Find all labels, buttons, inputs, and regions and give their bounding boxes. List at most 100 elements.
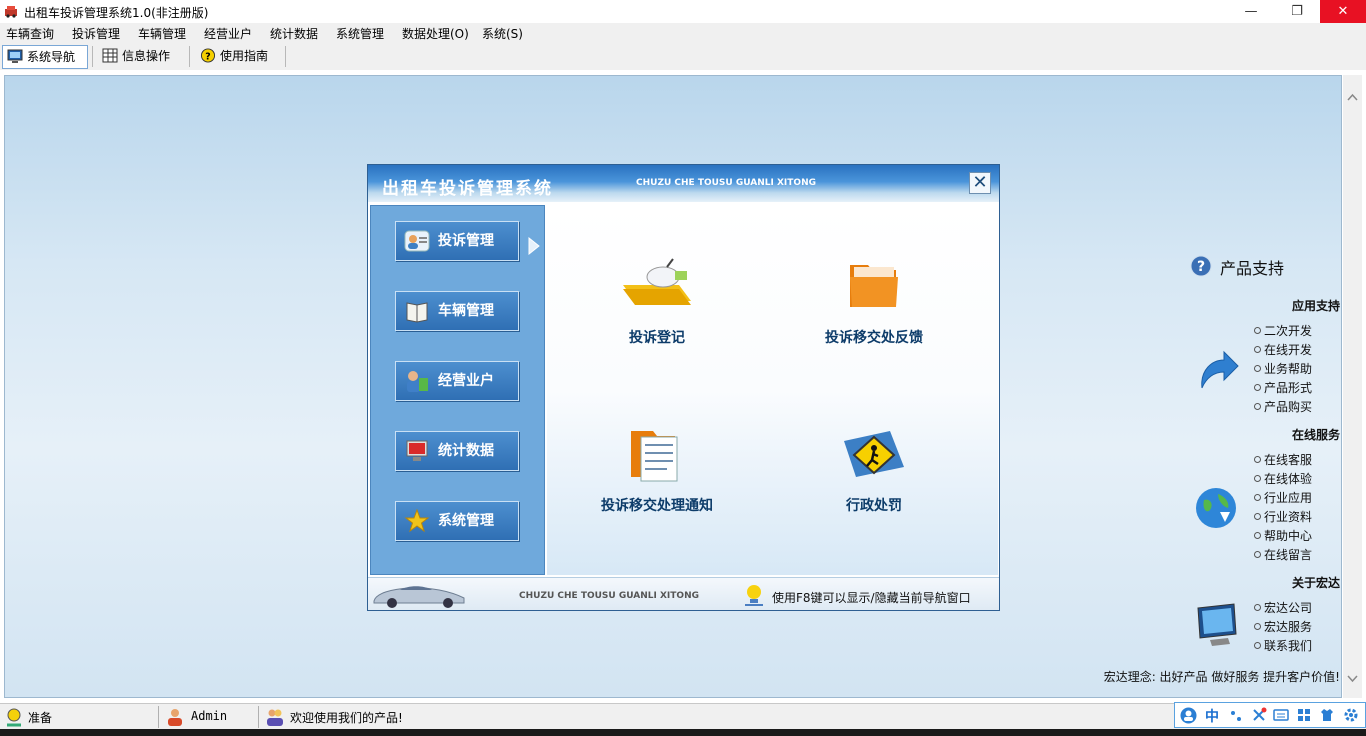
item-complaint-notice[interactable]: 投诉移交处理通知 — [567, 423, 747, 515]
dialog-subtitle: CHUZU CHE TOUSU GUANLI XITONG — [636, 178, 816, 188]
contacts-icon — [404, 230, 430, 252]
toolbar: 系统导航 信息操作 ? 使用指南 — [0, 43, 1366, 70]
app-icon — [5, 6, 17, 18]
keyboard-icon[interactable] — [1273, 708, 1289, 722]
support-link[interactable]: 联系我们 — [1254, 637, 1312, 654]
gear-icon[interactable] — [1343, 707, 1359, 723]
ime-toolbar: 中 — [1174, 702, 1366, 728]
support-link[interactable]: 帮助中心 — [1254, 527, 1312, 544]
support-link[interactable]: 行业应用 — [1254, 489, 1312, 506]
computer-icon — [1197, 603, 1237, 646]
scissors-icon[interactable] — [1251, 707, 1267, 723]
toolbar-user-guide[interactable]: ? 使用指南 — [196, 45, 282, 69]
os-taskbar — [0, 729, 1366, 736]
minimize-button[interactable]: — — [1228, 0, 1274, 23]
scroll-down-icon[interactable] — [1347, 675, 1358, 683]
support-link[interactable]: 宏达服务 — [1254, 618, 1312, 635]
support-link[interactable]: 产品形式 — [1254, 379, 1312, 396]
item-complaint-register-label: 投诉登记 — [629, 330, 685, 346]
dialog-close-button[interactable]: ✕ — [969, 172, 991, 194]
dialog-title: 出租车投诉管理系统 — [382, 179, 553, 199]
toolbar-system-nav-label: 系统导航 — [27, 50, 76, 64]
toolbar-info-ops[interactable]: 信息操作 — [98, 45, 184, 69]
title-bar: 出租车投诉管理系统1.0(非注册版) — ❐ ✕ — [0, 0, 1366, 23]
footer-subtitle: CHUZU CHE TOUSU GUANLI XITONG — [519, 591, 699, 601]
toolbar-system-nav[interactable]: 系统导航 — [2, 45, 88, 69]
chevron-right-icon — [528, 236, 540, 256]
folder-mouse-icon — [623, 258, 691, 305]
book-icon — [406, 302, 428, 323]
nav-system-manage[interactable]: 系统管理 — [395, 501, 519, 541]
item-administrative-penalty[interactable]: 行政处罚 — [784, 423, 964, 515]
support-link[interactable]: 行业资料 — [1254, 508, 1312, 525]
lightbulb-icon — [745, 585, 763, 606]
vertical-scrollbar[interactable] — [1343, 75, 1362, 698]
maximize-button[interactable]: ❐ — [1274, 0, 1320, 23]
menu-vehicle-manage[interactable]: 车辆管理 — [138, 25, 186, 42]
support-section-head: 在线服务 — [1291, 428, 1340, 442]
scroll-up-icon[interactable] — [1347, 93, 1358, 101]
status-ready: 准备 — [28, 711, 53, 725]
menu-system-manage[interactable]: 系统管理 — [336, 25, 384, 42]
users-icon — [407, 371, 428, 392]
support-link[interactable]: 产品购买 — [1254, 398, 1312, 415]
status-bar: 准备 Admin 欢迎使用我们的产品! — [0, 703, 1366, 729]
support-link[interactable]: 在线留言 — [1254, 546, 1312, 563]
menu-statistics[interactable]: 统计数据 — [270, 25, 318, 42]
ime-logo-icon[interactable] — [1180, 707, 1197, 724]
toolbar-divider — [285, 46, 286, 67]
support-link[interactable]: 在线开发 — [1254, 341, 1312, 358]
item-administrative-penalty-label: 行政处罚 — [846, 498, 902, 514]
toolbar-divider — [92, 46, 93, 67]
nav-complaint-manage-label: 投诉管理 — [438, 233, 494, 249]
status-divider — [258, 706, 259, 728]
nav-statistics[interactable]: 统计数据 — [395, 431, 519, 471]
menu-complaint[interactable]: 投诉管理 — [72, 25, 120, 42]
shirt-icon[interactable] — [1319, 708, 1335, 722]
product-support-panel: ? 产品支持 应用支持 二次开发 在线开发 业务帮助 产品形式 产品购买 在线服… — [1104, 250, 1340, 690]
item-complaint-notice-label: 投诉移交处理通知 — [601, 498, 713, 514]
support-section-head: 应用支持 — [1291, 299, 1340, 313]
support-link[interactable]: 在线客服 — [1254, 451, 1312, 468]
support-title: 产品支持 — [1220, 259, 1285, 278]
star-icon — [404, 509, 430, 533]
menu-data-process[interactable]: 数据处理(O) — [402, 25, 469, 42]
item-complaint-register[interactable]: 投诉登记 — [567, 255, 747, 347]
nav-vehicle-manage[interactable]: 车辆管理 — [395, 291, 519, 331]
nav-vehicle-manage-label: 车辆管理 — [438, 303, 494, 319]
status-ready-icon — [7, 708, 21, 727]
dialog-footer: CHUZU CHE TOUSU GUANLI XITONG 使用F8键可以显示/… — [368, 577, 999, 610]
svg-text:?: ? — [1197, 259, 1205, 275]
item-complaint-feedback[interactable]: 投诉移交处反馈 — [784, 255, 964, 347]
monitor-red-icon — [406, 440, 428, 461]
status-user: Admin — [191, 709, 228, 723]
nav-operators[interactable]: 经营业户 — [395, 361, 519, 401]
status-divider — [158, 706, 159, 728]
menu-operators[interactable]: 经营业户 — [204, 25, 252, 42]
nav-system-manage-label: 系统管理 — [438, 513, 494, 529]
svg-text:?: ? — [205, 51, 210, 62]
nav-complaint-manage[interactable]: 投诉管理 — [395, 221, 519, 261]
dialog-header: 出租车投诉管理系统 CHUZU CHE TOUSU GUANLI XITONG … — [368, 165, 999, 202]
warning-sign-icon — [844, 431, 904, 477]
support-link[interactable]: 二次开发 — [1254, 322, 1312, 339]
ime-language[interactable]: 中 — [1205, 706, 1219, 726]
help-circle-icon: ? — [1190, 255, 1212, 277]
close-window-button[interactable]: ✕ — [1320, 0, 1366, 23]
menu-vehicle-query[interactable]: 车辆查询 — [6, 25, 54, 42]
nav-statistics-label: 统计数据 — [438, 443, 494, 459]
arrow-curve-icon — [1201, 350, 1239, 389]
support-link[interactable]: 宏达公司 — [1254, 599, 1312, 616]
company-motto: 宏达理念: 出好产品 做好服务 提升客户价值! — [1103, 670, 1340, 684]
menu-system[interactable]: 系统(S) — [482, 25, 523, 42]
toolbar-divider — [189, 46, 190, 67]
grid-icon — [102, 48, 118, 63]
support-link[interactable]: 业务帮助 — [1254, 360, 1312, 377]
punctuation-icon[interactable] — [1230, 709, 1244, 723]
monitor-icon — [7, 49, 23, 63]
footer-tip: 使用F8键可以显示/隐藏当前导航窗口 — [772, 591, 971, 605]
toolbar-info-ops-label: 信息操作 — [122, 49, 171, 63]
status-welcome: 欢迎使用我们的产品! — [290, 711, 403, 725]
apps-icon[interactable] — [1297, 708, 1311, 722]
support-link[interactable]: 在线体验 — [1254, 470, 1312, 487]
